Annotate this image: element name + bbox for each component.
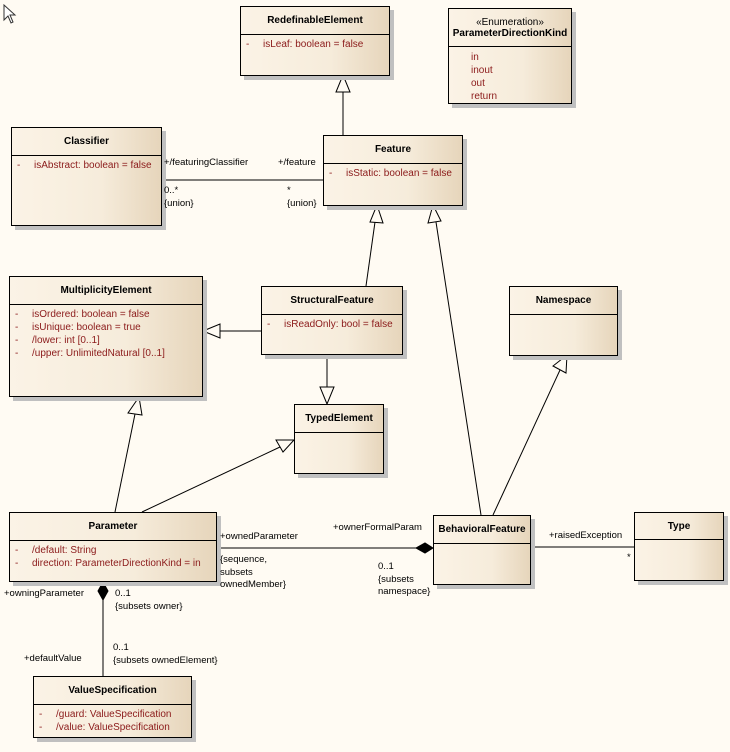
generalization-parameter-typed <box>141 446 281 513</box>
constraint-label: ownedMember} <box>220 579 287 590</box>
class-classifier[interactable]: Classifier - isAbstract: boolean = false <box>11 127 162 226</box>
role-label: +/featuringClassifier <box>164 157 249 168</box>
multiplicity-label: 0..1 <box>378 561 394 572</box>
generalization-behavioral-namespace <box>492 369 561 516</box>
constraint-label: {subsets <box>378 574 414 585</box>
class-typed-element[interactable]: TypedElement <box>294 404 384 474</box>
enum-parameter-direction-kind[interactable]: «Enumeration» ParameterDirectionKind in … <box>448 8 572 104</box>
class-name: ParameterDirectionKind <box>452 27 568 39</box>
generalization-arrowhead <box>369 203 384 224</box>
constraint-label: {union} <box>164 198 194 209</box>
enum-literal: inout <box>471 65 493 76</box>
constraint-label: namespace} <box>378 586 431 597</box>
attribute: - isAbstract: boolean = false <box>17 160 152 171</box>
generalization-arrowhead <box>335 73 351 93</box>
stereotype: «Enumeration» <box>476 16 544 28</box>
generalization-arrowhead <box>319 386 335 406</box>
class-name: TypedElement <box>295 405 383 433</box>
generalization-structural-feature <box>365 221 376 287</box>
role-label: +/feature <box>278 157 316 168</box>
attribute: - isLeaf: boolean = false <box>246 39 364 50</box>
attribute: - isStatic: boolean = false <box>329 168 452 179</box>
mouse-cursor-icon <box>3 4 17 24</box>
class-name: Feature <box>324 136 462 164</box>
multiplicity-label: * <box>287 185 291 196</box>
class-name: BehavioralFeature <box>434 516 530 544</box>
constraint-label: {subsets owner} <box>115 601 183 612</box>
class-name: StructuralFeature <box>262 287 402 315</box>
role-label: +ownedParameter <box>220 531 298 542</box>
enum-literal: out <box>471 78 485 89</box>
class-name: Classifier <box>12 128 161 156</box>
role-label: +ownerFormalParam <box>333 522 422 533</box>
class-structural-feature[interactable]: StructuralFeature - isReadOnly: bool = fa… <box>261 286 403 355</box>
class-name: MultiplicityElement <box>10 277 202 305</box>
enum-literal: return <box>471 91 498 102</box>
attribute: -/default: String <box>15 545 97 556</box>
multiplicity-label: 0..1 <box>115 588 131 599</box>
class-value-specification[interactable]: ValueSpecification -/guard: ValueSpecifi… <box>33 676 192 738</box>
enum-header: «Enumeration» ParameterDirectionKind <box>449 9 571 47</box>
class-name: Parameter <box>10 513 216 541</box>
attribute: -/lower: int [0..1] <box>15 335 100 346</box>
multiplicity-label: * <box>627 552 631 563</box>
attribute: - isUnique: boolean = true <box>15 322 141 333</box>
role-label: +raisedException <box>549 530 623 541</box>
multiplicity-label: 0..* <box>164 185 179 196</box>
generalization-arrowhead <box>127 395 143 416</box>
attribute: - isOrdered: boolean = false <box>15 309 150 320</box>
class-name: Type <box>635 513 723 540</box>
generalization-arrowhead <box>427 203 442 224</box>
class-name: Namespace <box>510 287 617 315</box>
multiplicity-label: 0..1 <box>113 642 129 653</box>
generalization-arrowhead <box>201 323 221 339</box>
attribute: - isReadOnly: bool = false <box>267 319 393 330</box>
generalization-parameter-multiplicity <box>114 413 136 513</box>
attribute: -/upper: UnlimitedNatural [0..1] <box>15 348 165 359</box>
class-multiplicity-element[interactable]: MultiplicityElement - isOrdered: boolean … <box>9 276 203 397</box>
generalization-behavioral-feature <box>435 221 482 516</box>
class-type[interactable]: Type <box>634 512 724 581</box>
generalization-arrowhead <box>552 353 568 374</box>
composition-diamond <box>414 542 434 554</box>
role-label: +defaultValue <box>24 653 82 664</box>
enum-literal: in <box>471 52 479 63</box>
constraint-label: {union} <box>287 198 317 209</box>
constraint-label: {subsets ownedElement} <box>113 655 218 666</box>
composition-diamond <box>97 580 109 602</box>
attribute: -/value: ValueSpecification <box>39 722 170 733</box>
class-name: ValueSpecification <box>34 677 191 705</box>
constraint-label: {sequence, <box>220 554 268 565</box>
class-feature[interactable]: Feature - isStatic: boolean = false <box>323 135 463 206</box>
class-parameter[interactable]: Parameter -/default: String - direction: … <box>9 512 217 582</box>
attribute: - direction: ParameterDirectionKind = in <box>15 558 201 569</box>
class-behavioral-feature[interactable]: BehavioralFeature <box>433 515 531 585</box>
generalization-arrowhead <box>275 439 296 453</box>
attribute: -/guard: ValueSpecification <box>39 709 172 720</box>
role-label: +owningParameter <box>4 588 85 599</box>
class-namespace[interactable]: Namespace <box>509 286 618 356</box>
constraint-label: subsets <box>220 567 253 578</box>
class-redefinable-element[interactable]: RedefinableElement - isLeaf: boolean = fa… <box>240 6 390 76</box>
class-name: RedefinableElement <box>241 7 389 35</box>
